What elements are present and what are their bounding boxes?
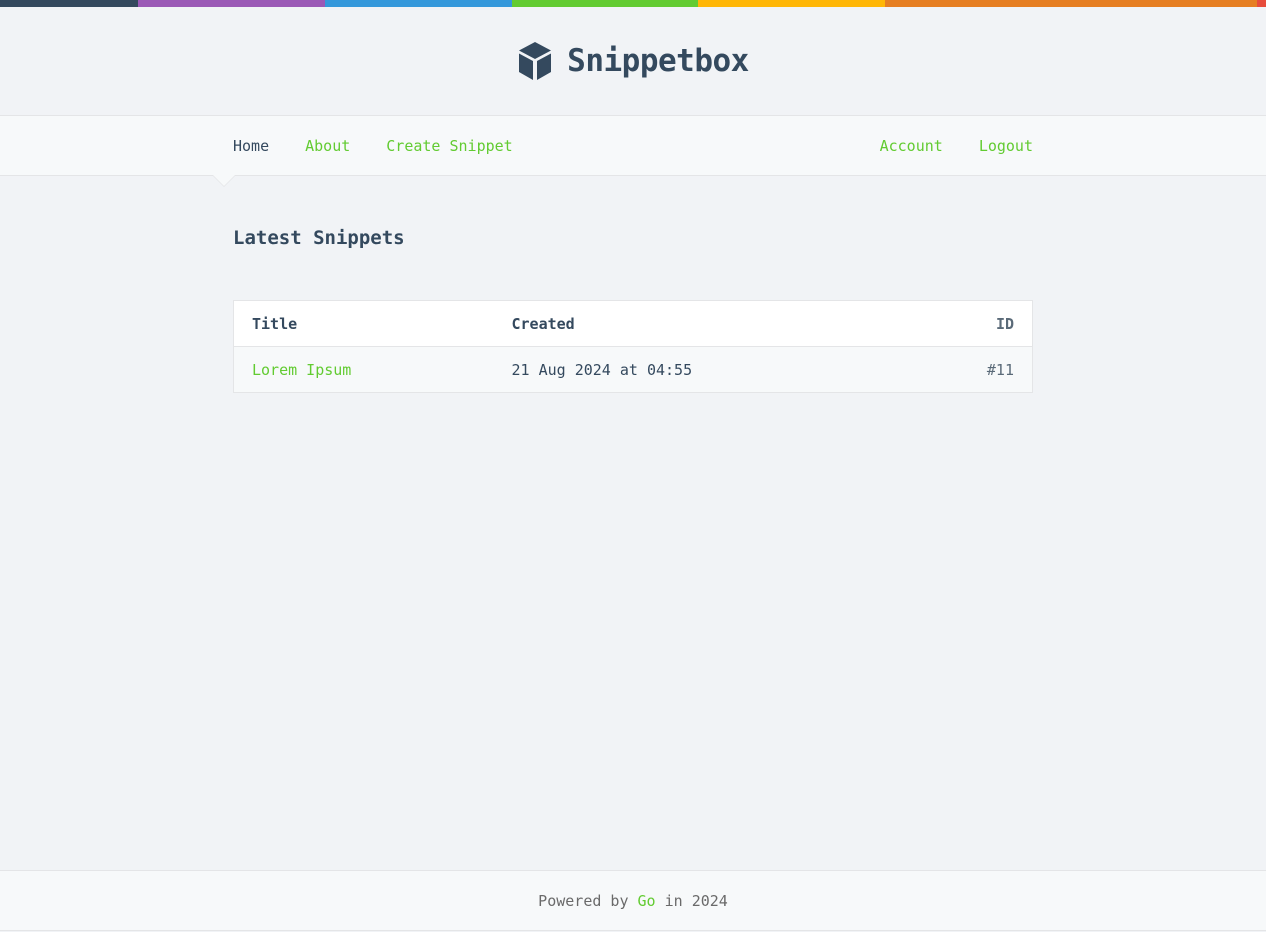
main-nav: Home About Create Snippet Account Logout bbox=[0, 116, 1266, 187]
stripe-segment bbox=[1256, 0, 1266, 7]
snippet-title-link[interactable]: Lorem Ipsum bbox=[252, 361, 351, 379]
column-header-id: ID bbox=[910, 300, 1033, 347]
nav-logout[interactable]: Logout bbox=[979, 137, 1033, 155]
main-content: Latest Snippets Title Created ID Lorem I… bbox=[233, 176, 1033, 393]
stripe-segment bbox=[511, 0, 699, 7]
site-header: Snippetbox bbox=[0, 7, 1266, 116]
footer-suffix: in 2024 bbox=[664, 891, 728, 910]
snippets-table: Title Created ID Lorem Ipsum 21 Aug 2024… bbox=[233, 300, 1033, 393]
snippet-id: #11 bbox=[910, 346, 1033, 393]
cube-icon bbox=[517, 41, 553, 81]
snippet-title-cell: Lorem Ipsum bbox=[233, 346, 494, 393]
site-footer: Powered by Go in 2024 bbox=[0, 870, 1266, 931]
nav-about[interactable]: About bbox=[305, 137, 350, 155]
stripe-segment bbox=[885, 0, 1257, 7]
active-indicator bbox=[213, 175, 235, 186]
page-title: Latest Snippets bbox=[233, 227, 405, 249]
site-title: Snippetbox bbox=[567, 43, 749, 79]
table-row: Lorem Ipsum 21 Aug 2024 at 04:55 #11 bbox=[233, 346, 1033, 393]
stripe-segment bbox=[698, 0, 886, 7]
column-header-created: Created bbox=[493, 300, 911, 347]
footer-prefix: Powered by bbox=[538, 891, 629, 910]
column-header-title: Title bbox=[233, 300, 494, 347]
color-stripe bbox=[0, 0, 1266, 7]
table-header-row: Title Created ID bbox=[233, 300, 1033, 347]
nav-home[interactable]: Home bbox=[233, 137, 269, 155]
snippet-created: 21 Aug 2024 at 04:55 bbox=[493, 346, 911, 393]
nav-account[interactable]: Account bbox=[880, 137, 943, 155]
stripe-segment bbox=[138, 0, 325, 7]
nav-create-snippet[interactable]: Create Snippet bbox=[386, 137, 512, 155]
stripe-segment bbox=[0, 0, 139, 7]
footer-go-link[interactable]: Go bbox=[638, 892, 656, 910]
brand-link[interactable]: Snippetbox bbox=[517, 41, 749, 81]
stripe-segment bbox=[324, 0, 512, 7]
